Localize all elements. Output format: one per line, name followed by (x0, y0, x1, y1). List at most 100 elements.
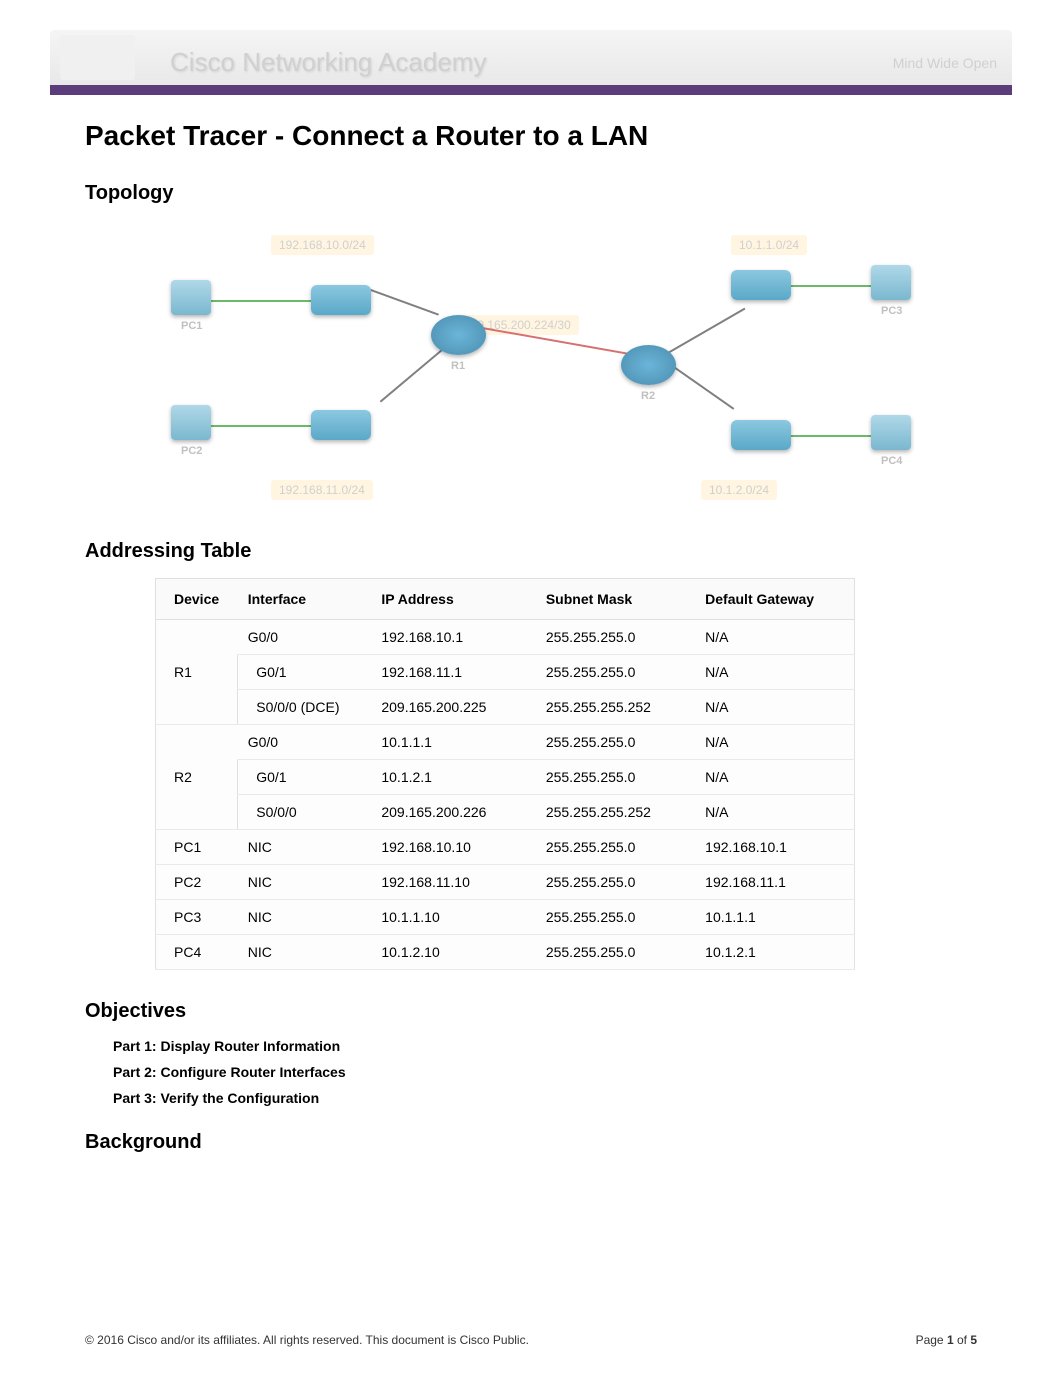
cell-interface: G0/1 (238, 655, 372, 690)
cell-gateway: N/A (695, 795, 854, 830)
cell-mask: 255.255.255.0 (536, 655, 695, 690)
pc4-icon (871, 415, 911, 450)
link (211, 300, 316, 302)
cell-gateway: 192.168.10.1 (695, 830, 854, 865)
link (781, 285, 881, 287)
th-interface: Interface (238, 579, 372, 620)
cell-interface: G0/0 (238, 725, 372, 760)
table-row: R2G0/010.1.1.1255.255.255.0N/A (156, 725, 855, 760)
cell-gateway: N/A (695, 620, 854, 655)
cell-interface: NIC (238, 935, 372, 970)
cell-ip: 192.168.10.1 (371, 620, 535, 655)
cell-interface: NIC (238, 900, 372, 935)
table-row: S0/0/0 (DCE)209.165.200.225255.255.255.2… (156, 690, 855, 725)
cell-gateway: N/A (695, 760, 854, 795)
cell-gateway: 192.168.11.1 (695, 865, 854, 900)
pc1-label: PC1 (181, 320, 202, 332)
table-row: G0/110.1.2.1255.255.255.0N/A (156, 760, 855, 795)
th-mask: Subnet Mask (536, 579, 695, 620)
cell-ip: 10.1.1.10 (371, 900, 535, 935)
cell-gateway: 10.1.1.1 (695, 900, 854, 935)
objective-item: Part 2: Configure Router Interfaces (113, 1064, 977, 1080)
link (363, 286, 439, 315)
content-area: Packet Tracer - Connect a Router to a LA… (0, 120, 1062, 1154)
copyright-text: © 2016 Cisco and/or its affiliates. All … (85, 1333, 529, 1347)
pc2-label: PC2 (181, 445, 202, 457)
objectives-heading: Objectives (85, 1000, 977, 1023)
table-row: S0/0/0209.165.200.226255.255.255.252N/A (156, 795, 855, 830)
cell-ip: 209.165.200.226 (371, 795, 535, 830)
objective-item: Part 3: Verify the Configuration (113, 1090, 977, 1106)
th-ip: IP Address (371, 579, 535, 620)
cell-mask: 255.255.255.0 (536, 865, 695, 900)
footer: © 2016 Cisco and/or its affiliates. All … (0, 1333, 1062, 1347)
objective-item: Part 1: Display Router Information (113, 1038, 977, 1054)
switch-icon (731, 420, 791, 450)
r2-icon (621, 345, 676, 385)
cell-interface: S0/0/0 (238, 795, 372, 830)
th-device: Device (156, 579, 238, 620)
link (781, 435, 881, 437)
switch-icon (311, 285, 371, 315)
table-header-row: Device Interface IP Address Subnet Mask … (156, 579, 855, 620)
banner-title: Cisco Networking Academy (170, 47, 486, 78)
cell-device: R1 (156, 620, 238, 725)
cell-device: PC1 (156, 830, 238, 865)
th-gateway: Default Gateway (695, 579, 854, 620)
objectives-list: Part 1: Display Router Information Part … (113, 1038, 977, 1106)
cell-ip: 10.1.2.1 (371, 760, 535, 795)
cell-interface: S0/0/0 (DCE) (238, 690, 372, 725)
table-row: R1G0/0192.168.10.1255.255.255.0N/A (156, 620, 855, 655)
cell-ip: 10.1.2.10 (371, 935, 535, 970)
cell-gateway: N/A (695, 690, 854, 725)
table-row: PC3NIC10.1.1.10255.255.255.010.1.1.1 (156, 900, 855, 935)
cell-ip: 209.165.200.225 (371, 690, 535, 725)
cell-mask: 255.255.255.252 (536, 795, 695, 830)
topology-heading: Topology (85, 182, 977, 205)
link (668, 362, 735, 410)
page-indicator: Page 1 of 5 (916, 1333, 977, 1347)
link (380, 350, 443, 403)
cell-mask: 255.255.255.252 (536, 690, 695, 725)
link (667, 308, 746, 355)
cell-gateway: 10.1.2.1 (695, 935, 854, 970)
cell-interface: G0/0 (238, 620, 372, 655)
cell-gateway: N/A (695, 725, 854, 760)
cell-interface: G0/1 (238, 760, 372, 795)
pc2-icon (171, 405, 211, 440)
cell-mask: 255.255.255.0 (536, 620, 695, 655)
table-row: PC4NIC10.1.2.10255.255.255.010.1.2.1 (156, 935, 855, 970)
header-banner: Cisco Networking Academy Mind Wide Open (50, 30, 1012, 95)
pc3-icon (871, 265, 911, 300)
cell-device: PC4 (156, 935, 238, 970)
pc3-label: PC3 (881, 305, 902, 317)
cell-gateway: N/A (695, 655, 854, 690)
r2-label: R2 (641, 390, 655, 402)
r1-icon (431, 315, 486, 355)
cell-ip: 192.168.10.10 (371, 830, 535, 865)
net-label-tr: 10.1.1.0/24 (731, 235, 807, 255)
cell-mask: 255.255.255.0 (536, 935, 695, 970)
topology-diagram: 192.168.10.0/24 10.1.1.0/24 209.165.200.… (161, 220, 901, 510)
cell-interface: NIC (238, 830, 372, 865)
table-row: G0/1192.168.11.1255.255.255.0N/A (156, 655, 855, 690)
pc1-icon (171, 280, 211, 315)
r1-label: R1 (451, 360, 465, 372)
cell-ip: 192.168.11.1 (371, 655, 535, 690)
cell-device: PC2 (156, 865, 238, 900)
cell-mask: 255.255.255.0 (536, 830, 695, 865)
pc4-label: PC4 (881, 455, 902, 467)
page-title: Packet Tracer - Connect a Router to a LA… (85, 120, 977, 152)
cell-device: PC3 (156, 900, 238, 935)
cisco-logo (60, 35, 135, 80)
addressing-table: Device Interface IP Address Subnet Mask … (155, 578, 855, 970)
cell-mask: 255.255.255.0 (536, 760, 695, 795)
cell-mask: 255.255.255.0 (536, 900, 695, 935)
link (211, 425, 321, 427)
cell-interface: NIC (238, 865, 372, 900)
cell-ip: 10.1.1.1 (371, 725, 535, 760)
background-heading: Background (85, 1131, 977, 1154)
cell-ip: 192.168.11.10 (371, 865, 535, 900)
net-label-br: 10.1.2.0/24 (701, 480, 777, 500)
addressing-heading: Addressing Table (85, 540, 977, 563)
